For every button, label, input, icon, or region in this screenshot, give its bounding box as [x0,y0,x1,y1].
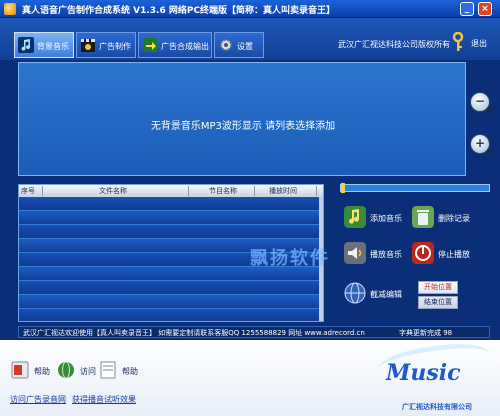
waveform-message: 无背景音乐MP3波形显示 请列表选择添加 [150,121,336,132]
title-bar: 真人语音广告制作合成系统 V1.3.6 网络PC终端版【简称：真人叫卖录音王】 … [0,0,500,18]
tab-label: 广告制作 [99,42,131,51]
table-row[interactable] [19,281,319,295]
help-book-icon [11,361,29,379]
close-button[interactable]: × [478,2,492,16]
end-position-button[interactable]: 结束位置 [418,296,458,309]
footer-help-label: 帮助 [34,367,50,376]
tab-settings[interactable]: 设置 [214,32,264,58]
playlist-header: 序号 文件名称 节目名称 播放时间 [19,185,323,197]
delete-record-button[interactable]: 删除记录 [410,204,480,230]
exit-button[interactable]: 退出 [471,38,487,49]
watermark-text: 飘扬软件 [250,248,330,269]
zoom-in-icon: + [474,136,486,150]
music-logo: Music [386,360,461,386]
key-icon [452,32,464,51]
cut-edit-label: 截减编辑 [370,290,402,299]
globe-edit-icon [344,282,366,304]
waveform-display[interactable]: 无背景音乐MP3波形显示 请列表选择添加 [18,62,466,176]
zoom-out-button[interactable]: − [470,92,490,112]
audition-link[interactable]: 获得播音试听效果 [72,394,136,405]
tab-bar: 背景音乐 广告制作 广告合成输出 设置 武汉广汇视达科技公司版权所有 退出 [0,18,500,60]
column-header-program-name[interactable]: 节目名称 [191,186,255,196]
playback-progress-bar[interactable] [340,184,490,192]
music-note-icon [18,37,34,53]
trash-icon [412,206,434,228]
stop-play-button[interactable]: 停止播放 [410,240,480,266]
add-music-icon [344,206,366,228]
status-bar: 武汉广汇视达欢迎使用【真人叫卖录音王】 如需要定制请联系客服QQ 1255588… [18,326,490,338]
zoom-out-icon: − [474,94,486,108]
table-row[interactable] [19,211,319,225]
delete-record-label: 删除记录 [438,214,470,223]
play-music-button[interactable]: 播放音乐 [342,240,412,266]
stop-play-label: 停止播放 [438,250,470,259]
column-header-index[interactable]: 序号 [21,186,43,196]
start-position-button[interactable]: 开始位置 [418,281,458,294]
window-title: 真人语音广告制作合成系统 V1.3.6 网络PC终端版【简称：真人叫卖录音王】 [22,6,336,16]
progress-slider-handle[interactable] [341,183,345,193]
copyright-text: 武汉广汇视达科技公司版权所有 [338,40,450,49]
stop-icon [412,242,434,264]
tab-ad-output[interactable]: 广告合成输出 [138,32,212,58]
status-message: 武汉广汇视达欢迎使用【真人叫卖录音王】 如需要定制请联系客服QQ 1255588… [23,329,365,337]
status-dictionary: 字典更新完成 98 [399,329,453,337]
add-music-label: 添加音乐 [370,214,402,223]
cut-edit-button[interactable]: 截减编辑 [342,280,412,306]
output-icon [143,38,157,52]
visit-site-link[interactable]: 访问广告录音网 [10,394,66,405]
tab-ad-production[interactable]: 广告制作 [76,32,136,58]
table-row[interactable] [19,197,319,211]
globe-icon [58,361,74,379]
speaker-icon [344,242,366,264]
table-row[interactable] [19,295,319,309]
tab-label: 广告合成输出 [161,42,209,51]
footer-help2-label: 帮助 [122,367,138,376]
minimize-button[interactable]: _ [460,2,474,16]
app-icon [4,3,16,15]
zoom-in-button[interactable]: + [470,134,490,154]
add-music-button[interactable]: 添加音乐 [342,204,412,230]
film-clapper-icon [81,39,95,52]
table-row[interactable] [19,225,319,239]
tab-label: 设置 [237,42,253,51]
gear-icon [220,39,232,51]
column-header-file-name[interactable]: 文件名称 [45,186,189,196]
play-music-label: 播放音乐 [370,250,402,259]
tab-label: 背景音乐 [37,42,69,51]
table-row[interactable] [19,309,319,321]
tab-background-music[interactable]: 背景音乐 [14,32,74,58]
column-header-play-time[interactable]: 播放时间 [257,186,317,196]
logo-caption: 广汇视达科技有限公司 [402,403,472,411]
footer-visit-label: 访问 [80,367,96,376]
document-icon [100,361,116,379]
